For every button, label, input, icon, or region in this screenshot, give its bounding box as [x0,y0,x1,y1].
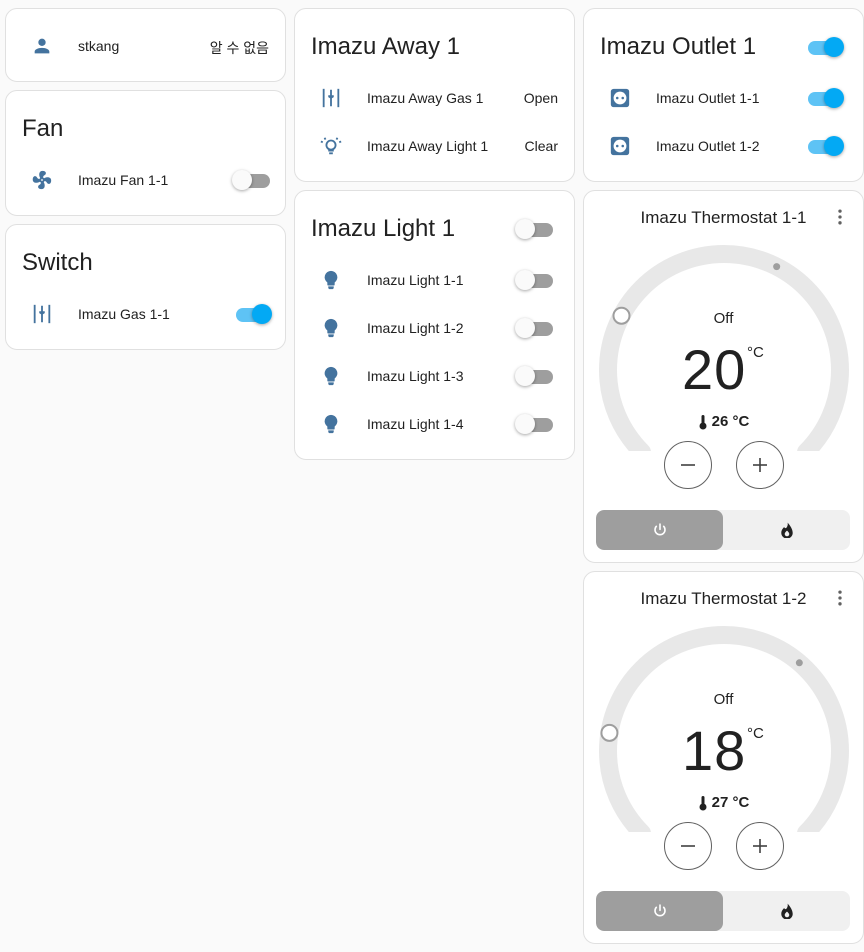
away-light-state: Clear [524,138,558,154]
thermostat-card: Imazu Thermostat 1-1 Off 20 °C 26 °C [583,190,864,563]
outlet-card: Imazu Outlet 1 Imazu Outlet 1-1 Imazu Ou… [583,8,864,182]
hvac-mode-bar [596,891,850,931]
power-socket-icon [608,134,632,158]
light-row[interactable]: Imazu Light 1-2 [295,308,574,348]
increase-temperature-button[interactable] [736,441,784,489]
light-alert-icon [319,134,343,158]
light-toggle[interactable] [515,318,553,338]
light-card-title: Imazu Light 1 [311,215,456,242]
decrease-temperature-button[interactable] [664,822,712,870]
light-toggle[interactable] [515,270,553,290]
light-row-label: Imazu Light 1-1 [367,272,464,288]
person-row[interactable]: stkang 알 수 없음 [6,26,285,66]
light-row[interactable]: Imazu Light 1-4 [295,404,574,444]
hvac-state: Off [713,691,734,708]
away-card: Imazu Away 1 Imazu Away Gas 1 Open Imazu… [294,8,575,182]
lightbulb-icon [319,268,343,292]
light-card: Imazu Light 1 Imazu Light 1-1 Imazu Ligh… [294,190,575,460]
increase-temperature-button[interactable] [736,822,784,870]
switch-card-title: Switch [22,249,93,276]
power-icon [653,523,666,536]
switch-card: Switch Imazu Gas 1-1 [5,224,286,350]
mode-off-button[interactable] [596,510,723,550]
target-temperature: 18 [682,719,747,782]
away-gas-label: Imazu Away Gas 1 [367,90,484,106]
power-socket-icon [608,86,632,110]
lightbulb-icon [319,364,343,388]
fire-icon [780,522,793,538]
fan-icon [30,168,54,192]
fan-card: Fan Imazu Fan 1-1 [5,90,286,216]
light-row[interactable]: Imazu Light 1-1 [295,260,574,300]
light-row-label: Imazu Light 1-3 [367,368,464,384]
light-row[interactable]: Imazu Light 1-3 [295,356,574,396]
current-temperature-value: 26 °C [711,413,750,430]
gas-valve-icon [30,302,54,326]
current-marker [773,263,781,271]
decrease-temperature-button[interactable] [664,441,712,489]
fan-toggle[interactable] [232,170,270,190]
gas-toggle[interactable] [234,304,272,324]
person-state: 알 수 없음 [209,40,269,56]
minus-icon [681,845,695,847]
outlet-row-label: Imazu Outlet 1-2 [656,138,760,154]
current-marker [795,659,803,667]
gas-row[interactable]: Imazu Gas 1-1 [6,294,285,334]
fire-icon [780,903,793,919]
light-toggle[interactable] [515,414,553,434]
thermostat-card: Imazu Thermostat 1-2 Off 18 °C 27 °C [583,571,864,944]
away-light-row[interactable]: Imazu Away Light 1 Clear [295,126,574,166]
light-group-toggle[interactable] [515,219,553,239]
current-temperature: 26 °C [584,413,863,430]
outlet-toggle[interactable] [806,88,844,108]
temperature-unit: °C [747,344,764,361]
target-handle [600,723,619,742]
fan-card-title: Fan [22,115,64,142]
mode-off-button[interactable] [596,891,723,931]
lightbulb-icon [319,316,343,340]
hvac-state: Off [713,310,734,327]
away-card-title: Imazu Away 1 [311,33,460,60]
outlet-row[interactable]: Imazu Outlet 1-1 [584,78,863,118]
mode-heat-button[interactable] [723,891,850,931]
plus-icon [753,839,767,853]
light-row-label: Imazu Light 1-2 [367,320,464,336]
gas-row-label: Imazu Gas 1-1 [78,306,170,322]
light-toggle[interactable] [515,366,553,386]
outlet-card-title: Imazu Outlet 1 [600,33,757,60]
target-temperature: 20 [682,338,747,401]
current-temperature-value: 27 °C [711,794,750,811]
outlet-toggle[interactable] [806,136,844,156]
lightbulb-icon [319,412,343,436]
away-light-label: Imazu Away Light 1 [367,138,489,154]
fan-row-label: Imazu Fan 1-1 [78,172,169,188]
mode-heat-button[interactable] [723,510,850,550]
plus-icon [753,458,767,472]
away-gas-state: Open [523,90,558,106]
thermometer-icon [699,795,707,810]
temperature-unit: °C [747,725,764,742]
person-card: stkang 알 수 없음 [5,8,286,82]
minus-icon [681,464,695,466]
hvac-mode-bar [596,510,850,550]
current-temperature: 27 °C [584,794,863,811]
outlet-row[interactable]: Imazu Outlet 1-2 [584,126,863,166]
thermometer-icon [699,414,707,429]
outlet-row-label: Imazu Outlet 1-1 [656,90,760,106]
outlet-group-toggle[interactable] [806,37,844,57]
light-row-label: Imazu Light 1-4 [367,416,464,432]
fan-row[interactable]: Imazu Fan 1-1 [6,160,285,200]
power-icon [653,904,666,917]
account-icon [30,34,54,58]
person-name: stkang [78,38,120,54]
gas-valve-icon [319,86,343,110]
away-gas-row[interactable]: Imazu Away Gas 1 Open [295,78,574,118]
